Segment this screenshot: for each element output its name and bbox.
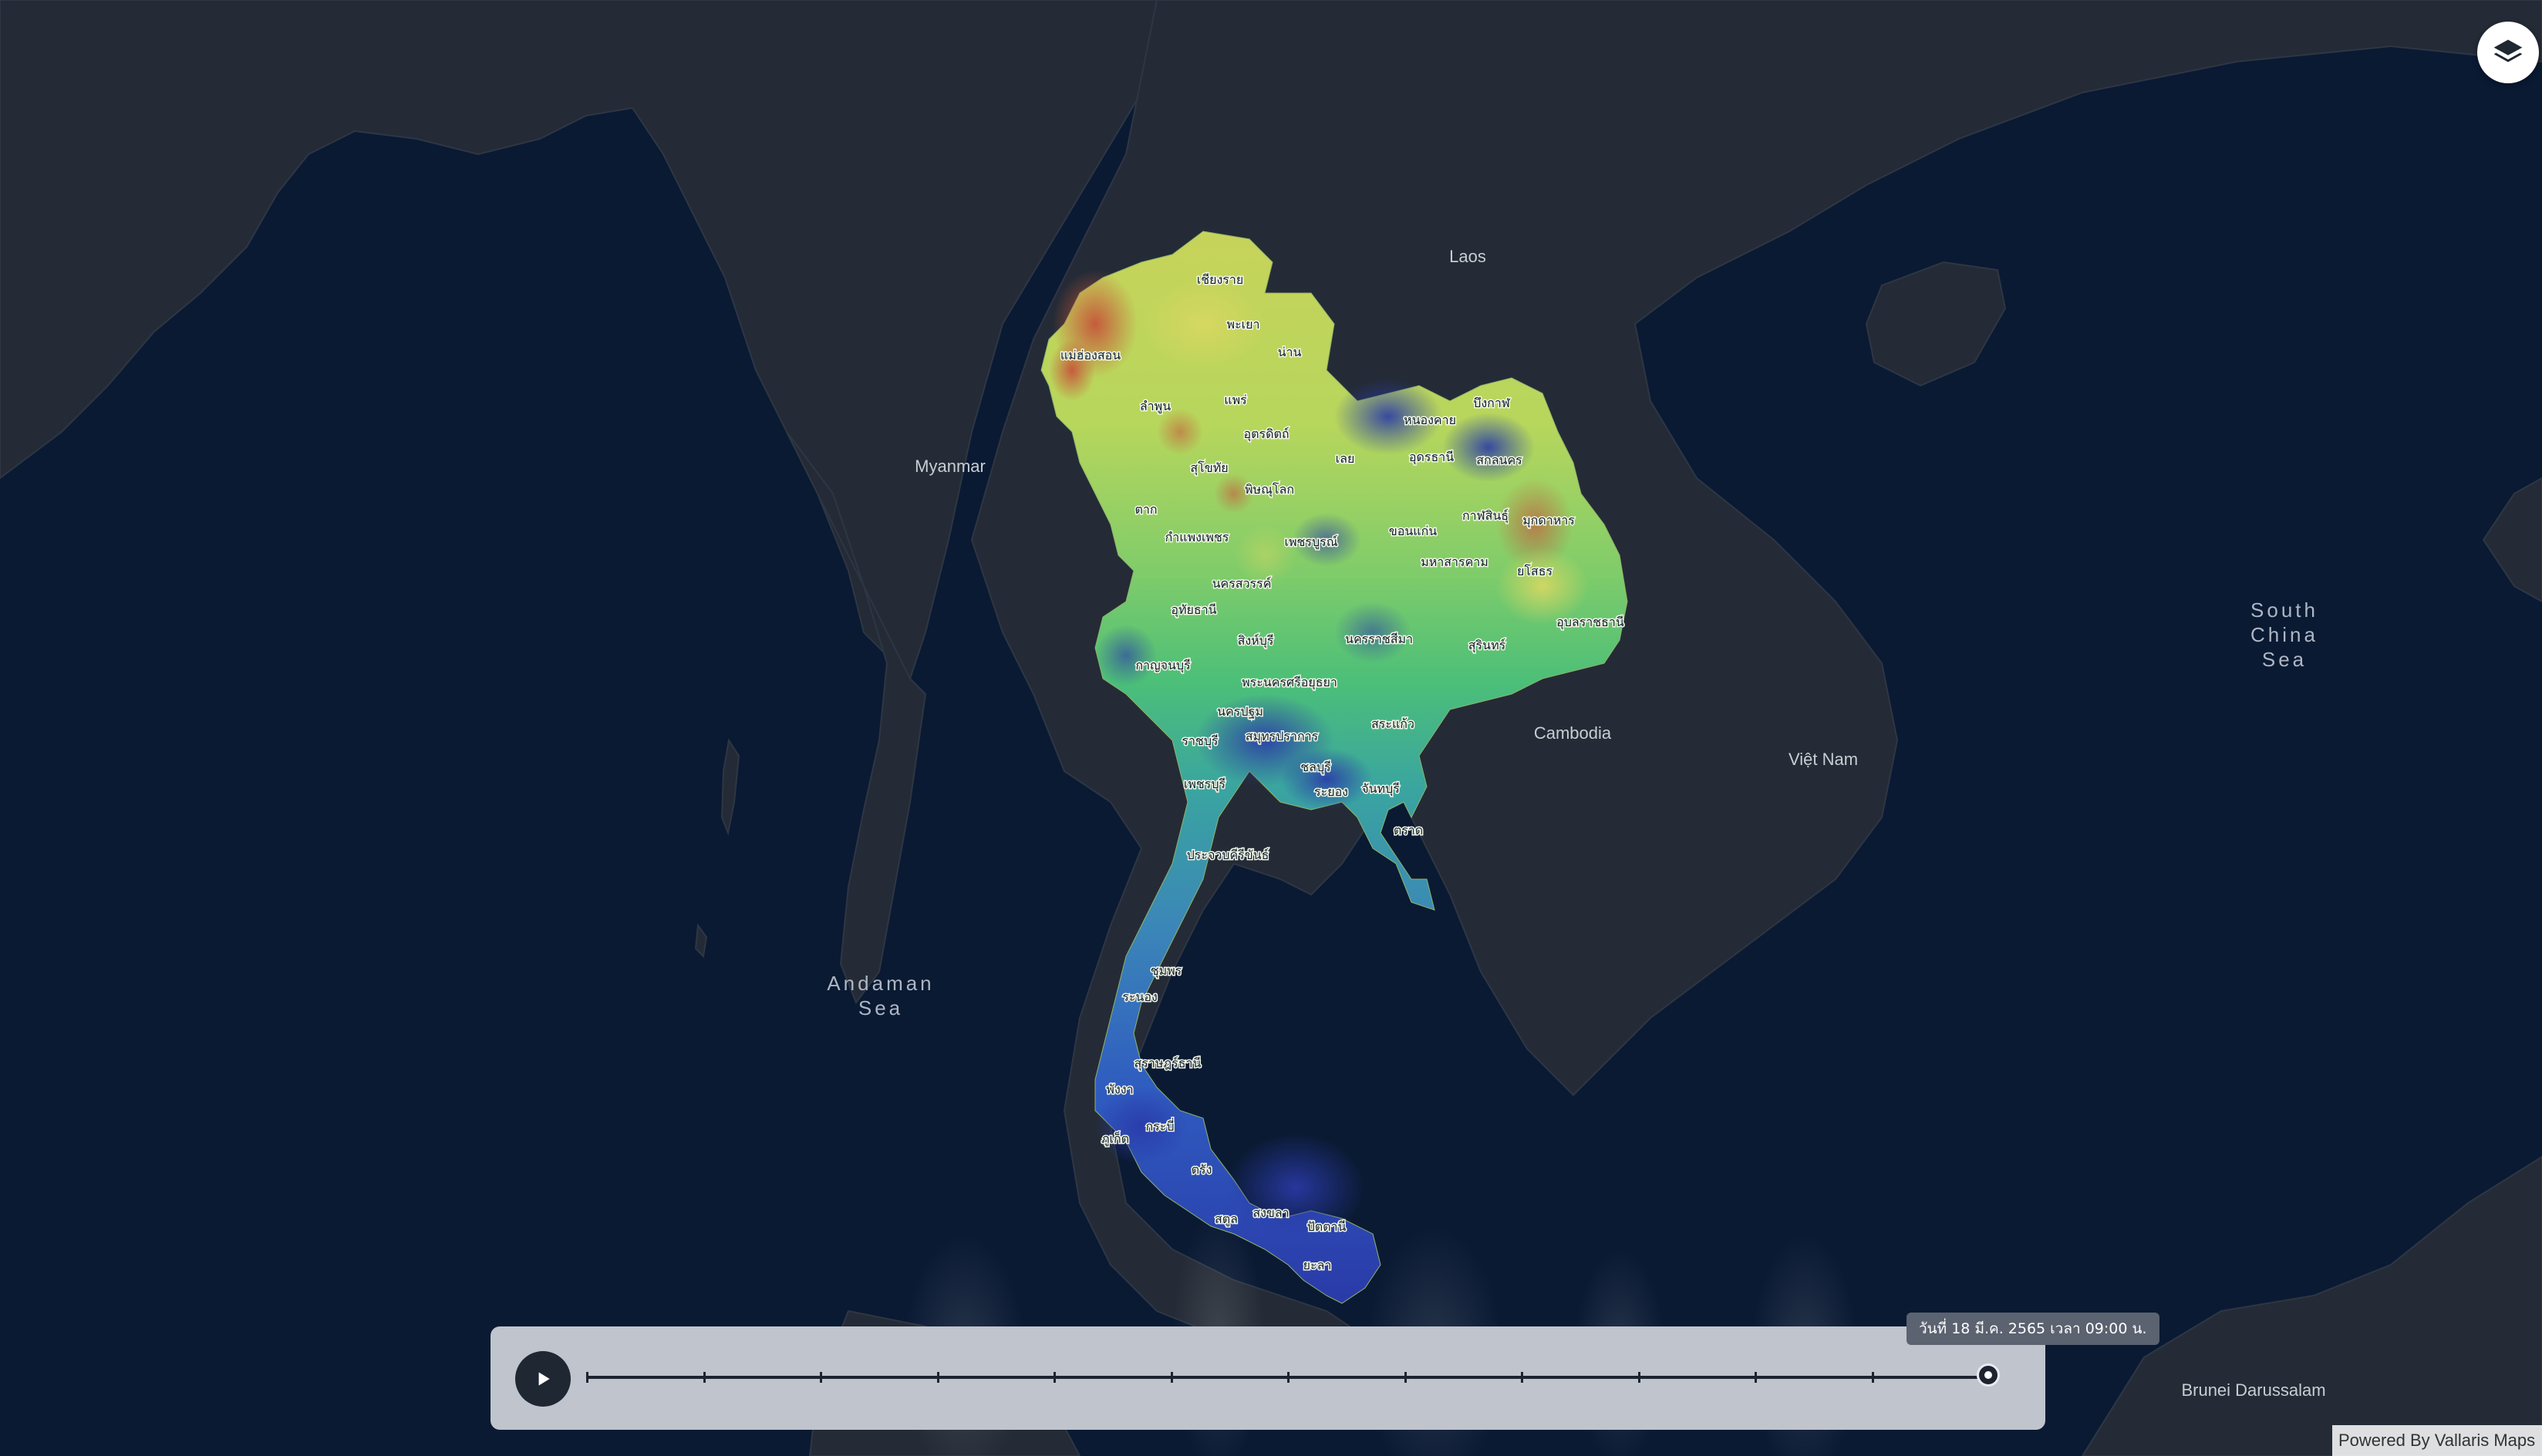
layers-icon xyxy=(2493,39,2523,62)
province-label: ยะลา xyxy=(1303,1258,1332,1272)
province-label: กาญจนบุรี xyxy=(1135,658,1191,673)
province-label: กาฬสินธุ์ xyxy=(1462,508,1509,524)
label-south-china-sea-3: Sea xyxy=(2262,648,2307,671)
province-label: กระบี่ xyxy=(1145,1117,1174,1134)
province-label: อุบลราชธานี xyxy=(1556,615,1624,630)
label-myanmar: Myanmar xyxy=(915,457,986,476)
map-app: Laos Myanmar Cambodia Việt Nam Brunei Da… xyxy=(0,0,2542,1456)
province-label: นครปฐม xyxy=(1217,704,1263,719)
timeline-tick[interactable] xyxy=(1872,1372,1874,1383)
timeline-tick[interactable] xyxy=(586,1372,588,1383)
label-brunei: Brunei Darussalam xyxy=(2181,1380,2325,1400)
province-label: เชียงราย xyxy=(1197,272,1243,287)
timeline-panel xyxy=(491,1326,2045,1430)
province-label: สุรินทร์ xyxy=(1468,638,1506,653)
province-label: ลำพูน xyxy=(1140,399,1171,414)
timeline-tick[interactable] xyxy=(820,1372,822,1383)
province-label: ชุมพร xyxy=(1151,963,1182,979)
province-label: ระยอง xyxy=(1314,784,1348,799)
timeline-tick[interactable] xyxy=(1287,1372,1290,1383)
province-label: สิงห์บุรี xyxy=(1238,633,1274,649)
province-label: มหาสารคาม xyxy=(1421,554,1488,569)
province-label: บึงกาฬ xyxy=(1473,396,1511,410)
province-label: ยโสธร xyxy=(1517,564,1553,578)
province-label: มุกดาหาร xyxy=(1522,513,1575,528)
timeline-tick[interactable] xyxy=(703,1372,706,1383)
province-label: ตาก xyxy=(1134,502,1157,517)
timeline-tick[interactable] xyxy=(1521,1372,1523,1383)
province-label: สมุทรปราการ xyxy=(1246,729,1319,744)
label-south-china-sea-2: China xyxy=(2250,623,2318,646)
label-andaman-sea-2: Sea xyxy=(858,996,903,1020)
province-label: แม่ฮ่องสอน xyxy=(1060,348,1121,362)
province-label: เลย xyxy=(1336,451,1355,466)
province-label: สตูล xyxy=(1215,1212,1238,1227)
province-label: พิษณุโลก xyxy=(1245,482,1294,497)
province-label: ภูเก็ต xyxy=(1101,1131,1129,1147)
province-label: กำแพงเพชร xyxy=(1165,530,1229,544)
timeline-tick[interactable] xyxy=(1638,1372,1640,1383)
province-label: เพชรบูรณ์ xyxy=(1284,534,1337,550)
label-laos: Laos xyxy=(1449,247,1486,266)
province-label: ตรัง xyxy=(1192,1162,1212,1177)
label-vietnam: Việt Nam xyxy=(1789,750,1858,769)
province-label: น่าน xyxy=(1278,345,1302,359)
province-label: สุโขทัย xyxy=(1190,460,1228,476)
label-cambodia: Cambodia xyxy=(1534,723,1612,743)
province-label: นครสวรรค์ xyxy=(1212,576,1272,591)
province-label: อุดรธานี xyxy=(1409,450,1454,465)
label-andaman-sea-1: Andaman xyxy=(827,972,934,995)
layer-toggle-button[interactable] xyxy=(2477,22,2539,83)
province-label: จันทบุรี xyxy=(1361,781,1400,797)
province-label: ตราด xyxy=(1394,823,1423,838)
province-label: อุตรดิตถ์ xyxy=(1243,426,1289,442)
timeline-tick[interactable] xyxy=(1404,1372,1407,1383)
map-attribution[interactable]: Powered By Vallaris Maps xyxy=(2332,1425,2542,1456)
label-south-china-sea-1: South xyxy=(2250,598,2318,622)
province-label: ประจวบคีรีขันธ์ xyxy=(1187,848,1269,862)
province-label: ปัตตานี xyxy=(1307,1219,1347,1234)
timeline-tick[interactable] xyxy=(1054,1372,1056,1383)
province-label: สุราษฎร์ธานี xyxy=(1134,1056,1202,1071)
province-label: สงขลา xyxy=(1252,1205,1289,1220)
province-label: พังงา xyxy=(1106,1082,1133,1097)
timeline-tick[interactable] xyxy=(1755,1372,1757,1383)
province-label: สกลนคร xyxy=(1476,453,1522,467)
timeline-slider-track[interactable] xyxy=(586,1372,1988,1383)
province-label: ราชบุรี xyxy=(1182,733,1219,749)
handle-dot xyxy=(1984,1371,1992,1379)
province-label: ชลบุรี xyxy=(1300,760,1331,775)
province-label: ขอนแก่น xyxy=(1389,524,1437,538)
timeline-slider-handle[interactable] xyxy=(1977,1363,2000,1387)
timeline-current-time-tooltip: วันที่ 18 มี.ค. 2565 เวลา 09:00 น. xyxy=(1906,1313,2159,1345)
province-label: เพชรบุรี xyxy=(1184,777,1226,792)
timeline-tick[interactable] xyxy=(937,1372,939,1383)
play-button[interactable] xyxy=(515,1351,571,1407)
province-label: แพร่ xyxy=(1224,393,1247,407)
timeline-tick[interactable] xyxy=(1171,1372,1173,1383)
map-canvas[interactable]: Laos Myanmar Cambodia Việt Nam Brunei Da… xyxy=(0,0,2542,1456)
play-icon xyxy=(538,1372,550,1386)
province-label: พระนครศรีอยุธยา xyxy=(1242,675,1337,690)
province-label: หนองคาย xyxy=(1404,413,1456,427)
province-label: อุทัยธานี xyxy=(1171,602,1216,618)
province-label: พะเยา xyxy=(1227,317,1260,332)
province-label: ระนอง xyxy=(1122,989,1158,1004)
province-label: นครราชสีมา xyxy=(1345,632,1413,646)
province-label: สระแก้ว xyxy=(1371,716,1414,731)
